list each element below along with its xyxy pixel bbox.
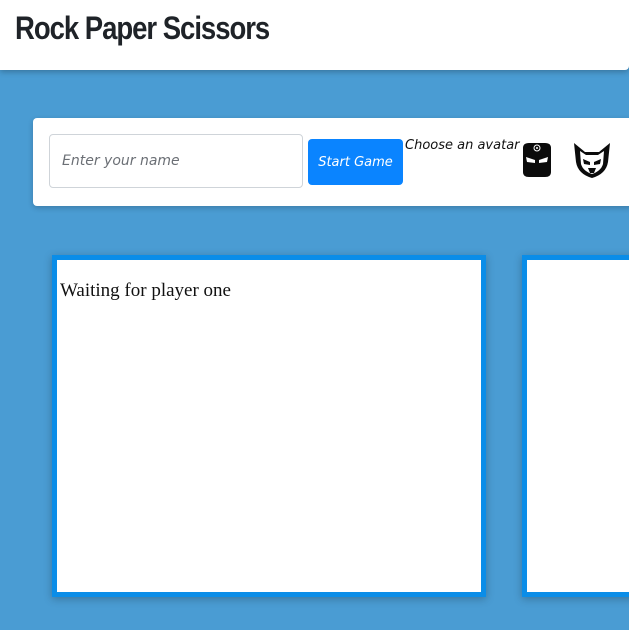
app-title: Rock Paper Scissors bbox=[15, 10, 270, 46]
player-one-status: Waiting for player one bbox=[60, 280, 231, 301]
wolverine-mask-icon[interactable] bbox=[572, 140, 612, 180]
avatar-label: Choose an avatar bbox=[405, 138, 520, 153]
player-one-panel: Waiting for player one bbox=[52, 255, 486, 597]
player-two-panel bbox=[522, 255, 629, 597]
ninja-mask-icon[interactable] bbox=[517, 140, 557, 180]
app-header: Rock Paper Scissors bbox=[0, 0, 629, 70]
control-bar: Start Game Choose an avatar bbox=[33, 118, 629, 206]
start-game-button[interactable]: Start Game bbox=[308, 139, 403, 185]
name-input[interactable] bbox=[49, 134, 303, 188]
